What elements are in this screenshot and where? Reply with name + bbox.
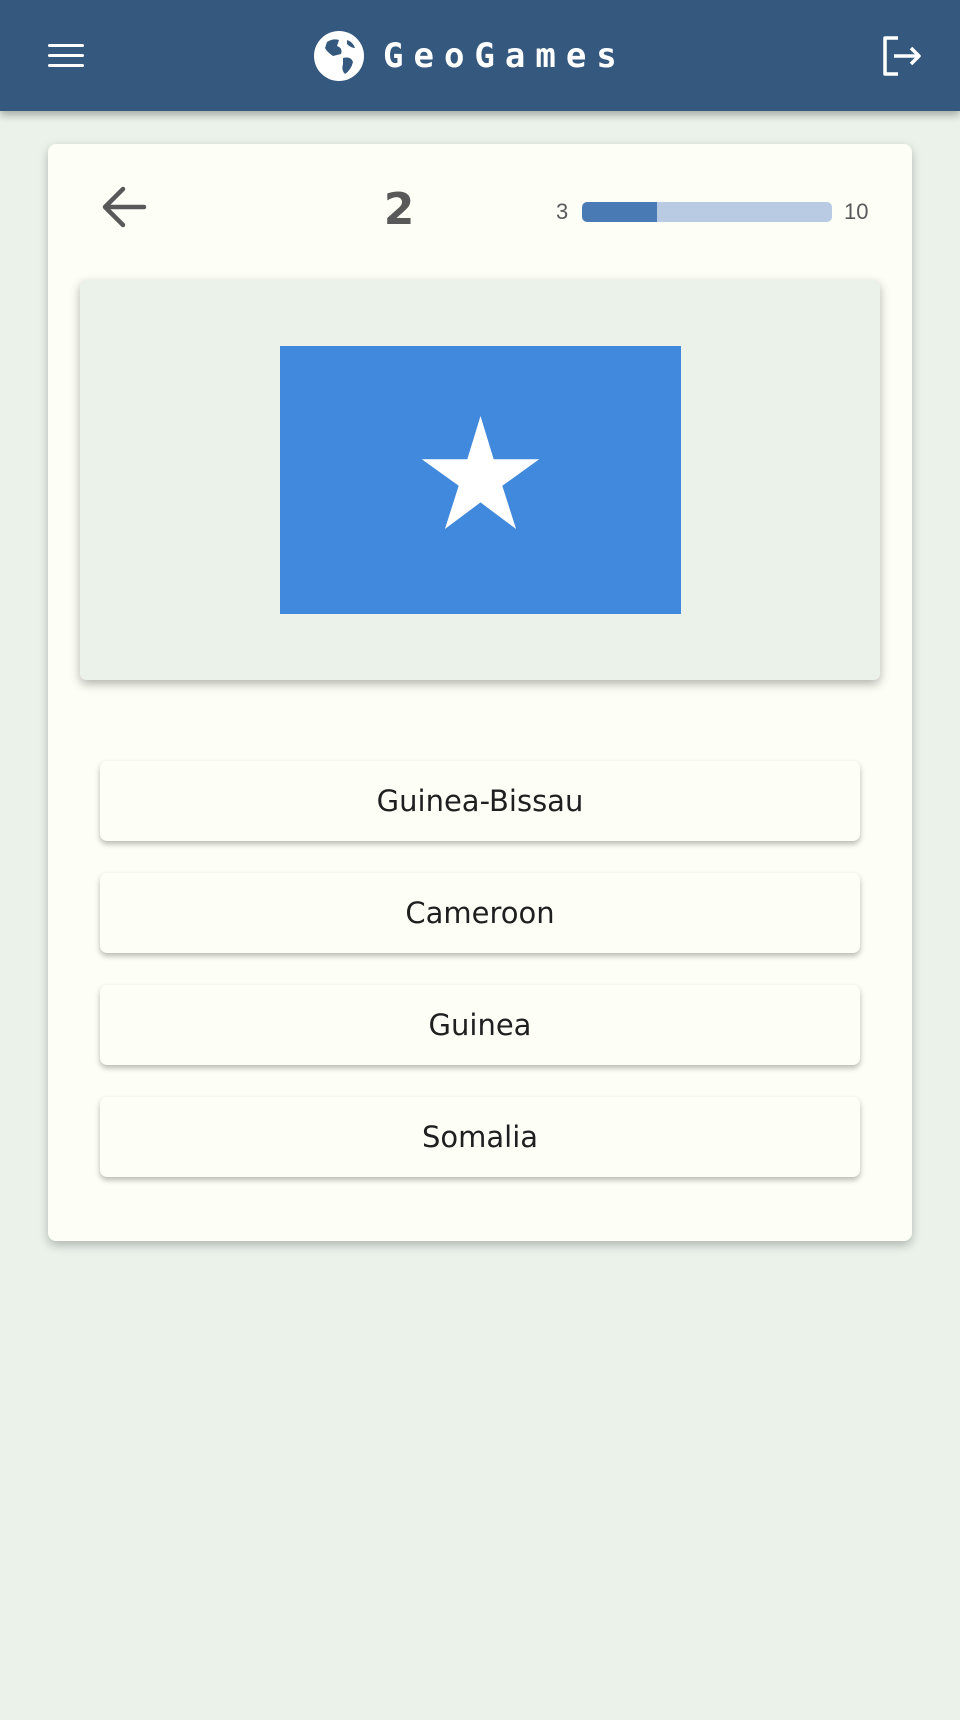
progress-total-label: 10	[844, 199, 869, 224]
menu-icon-line	[48, 64, 84, 67]
flag-image	[280, 346, 681, 614]
menu-icon-line	[48, 54, 84, 57]
arrow-left-icon[interactable]	[98, 184, 152, 238]
question-number: 2	[383, 184, 415, 235]
menu-icon-line	[48, 44, 84, 47]
brand-title: GeoGames	[383, 36, 627, 76]
flag-panel	[80, 280, 880, 680]
answer-button[interactable]: Guinea-Bissau	[100, 761, 860, 841]
globe-icon	[314, 31, 364, 81]
answer-button[interactable]: Guinea	[100, 985, 860, 1065]
brand[interactable]: GeoGames	[313, 28, 627, 84]
app-header: GeoGames	[0, 0, 960, 111]
answer-button[interactable]: Cameroon	[100, 873, 860, 953]
logout-icon[interactable]	[880, 33, 926, 79]
answer-options: Guinea-Bissau Cameroon Guinea Somalia	[100, 761, 860, 1209]
hamburger-menu-button[interactable]	[44, 37, 88, 73]
progress-current-label: 3	[556, 199, 569, 224]
quiz-card: 2 3 10 Guinea-Bissau Cameroon Guinea Som…	[48, 144, 912, 1241]
progress-bar	[582, 202, 832, 222]
progress-bar-fill	[582, 202, 657, 222]
answer-button[interactable]: Somalia	[100, 1097, 860, 1177]
